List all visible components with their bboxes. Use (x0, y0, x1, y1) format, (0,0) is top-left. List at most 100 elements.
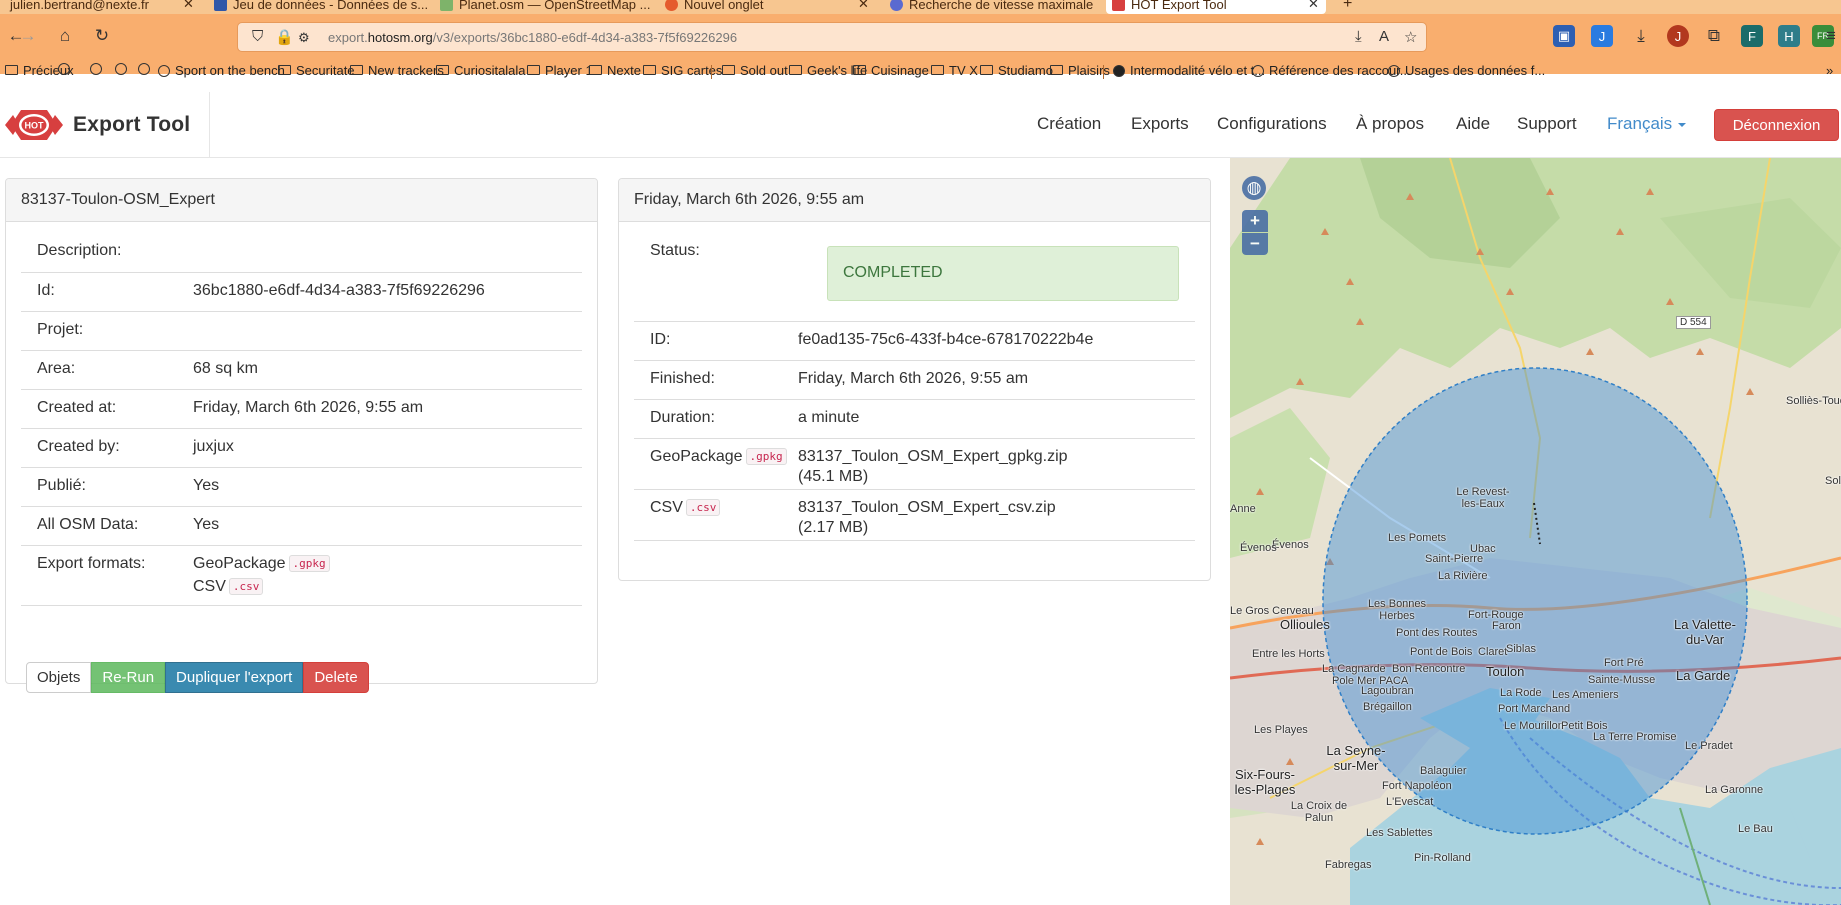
firefox-icon (665, 0, 678, 11)
brand[interactable]: HOT Export Tool (5, 106, 190, 144)
created-by-link[interactable]: juxjux (193, 438, 234, 456)
delete-button[interactable]: Delete (303, 662, 369, 693)
download-link[interactable]: 83137_Toulon_OSM_Expert_csv.zip (798, 499, 1056, 517)
nav-creation[interactable]: Création (1037, 114, 1101, 134)
close-icon[interactable]: ✕ (858, 0, 869, 14)
detail-label: ID: (650, 331, 671, 348)
profile-j-icon[interactable]: J (1667, 25, 1689, 47)
map-place-label: Le Bau (1738, 823, 1773, 835)
bookmark-label: Player 1 (545, 63, 593, 78)
download-link[interactable]: 83137_Toulon_OSM_Expert_gpkg.zip (798, 448, 1068, 466)
browser-tab[interactable]: Planet.osm — OpenStreetMap ... (440, 0, 650, 14)
close-icon[interactable]: ✕ (1308, 0, 1319, 12)
bookmark-item[interactable]: Sold out (722, 63, 788, 78)
new-tab-icon[interactable]: + (1343, 0, 1352, 14)
bookmark-item[interactable]: Player 1 (527, 63, 593, 78)
bookmark-item[interactable]: Nexte (589, 63, 641, 78)
status-badge: COMPLETED (827, 246, 1179, 301)
search-icon (890, 0, 903, 11)
bookmark-separator (711, 65, 712, 79)
map-place-label: Saint-Pierre (1425, 553, 1484, 565)
bookmark-item[interactable]: New trackers (350, 63, 444, 78)
download-page-icon[interactable]: ⤓ (1355, 28, 1362, 45)
browser-tab[interactable]: julien.bertrand@nexte.fr (10, 0, 149, 14)
bookmark-item[interactable]: Référence des raccour... (1252, 63, 1411, 78)
hot-icon (1112, 0, 1125, 11)
nav-support[interactable]: Support (1517, 114, 1577, 134)
translate-icon[interactable]: A (1379, 28, 1389, 45)
bookmark-star-icon[interactable]: ☆ (1404, 28, 1417, 46)
bookmark-item[interactable] (58, 63, 75, 75)
bookmark-item[interactable]: Curiositalala (436, 63, 526, 78)
bookmark-label: Studiamo (998, 63, 1053, 78)
map-place-label: Fabregas (1325, 859, 1372, 871)
map-place-label: Fort Napoléon (1382, 780, 1452, 792)
map-place-label: Six-Fours-les-Plages (1234, 767, 1296, 797)
export-detail-row: Created at: Friday, March 6th 2026, 9:55 … (21, 389, 582, 428)
language-dropdown[interactable]: Français (1607, 114, 1687, 134)
bookmark-item[interactable]: TV X (931, 63, 978, 78)
globe-icon[interactable]: ◍ (1242, 176, 1266, 200)
reload-icon[interactable]: ↻ (88, 22, 116, 50)
nav-configurations[interactable]: Configurations (1217, 114, 1327, 134)
caret-down-icon (1678, 122, 1687, 127)
home-icon[interactable]: ⌂ (51, 22, 79, 50)
tab-title: HOT Export Tool (1131, 0, 1227, 12)
folder-icon (980, 64, 993, 75)
downloads-icon[interactable]: ⤓ (1630, 25, 1652, 47)
chevron-more-icon[interactable]: » (1826, 63, 1833, 78)
bitwarden-icon[interactable]: ▣ (1553, 25, 1575, 47)
browser-tab[interactable]: Recherche de vitesse maximale (890, 0, 1093, 14)
extension-f-icon[interactable]: F (1741, 25, 1763, 47)
browser-tab[interactable]: Jeu de données - Données de s... (214, 0, 428, 14)
permissions-icon[interactable]: ⚙ (298, 30, 310, 46)
url-bar[interactable]: ⛉ 🔒 ⚙ export.hotosm.org/v3/exports/36bc1… (237, 22, 1427, 52)
detail-label: Projet: (37, 321, 84, 338)
tab-title: Recherche de vitesse maximale (909, 0, 1094, 12)
duplicate-button[interactable]: Dupliquer l'export (165, 662, 304, 693)
bookmark-item[interactable]: Cuisinage (853, 63, 929, 78)
folder-icon (931, 64, 944, 75)
forward-icon[interactable]: → (14, 22, 42, 50)
logout-button[interactable]: Déconnexion (1714, 109, 1839, 141)
bookmark-item[interactable]: Securitate (278, 63, 355, 78)
shield-icon[interactable]: ⛉ (252, 28, 263, 45)
browser-tab[interactable]: Nouvel onglet (665, 0, 764, 14)
extension-h-icon[interactable]: H (1778, 25, 1800, 47)
map[interactable]: ◍ + − D 554 Solliès-Toucas Solli Le Revest-… (1230, 158, 1841, 905)
extensions-icon[interactable]: ⧉ (1703, 25, 1725, 47)
zoom-in-button[interactable]: + (1242, 210, 1268, 232)
map-place-label: La Rode (1500, 687, 1542, 699)
bookmark-item[interactable] (115, 63, 132, 75)
nav-about[interactable]: À propos (1356, 114, 1424, 134)
zoom-out-button[interactable]: − (1242, 233, 1268, 255)
map-place-label: Évenos (1240, 542, 1277, 554)
map-place-label: Faron (1492, 620, 1521, 632)
bookmark-label: Sold out (740, 63, 788, 78)
objects-button[interactable]: Objets (26, 662, 92, 693)
detail-label: Description: (37, 242, 122, 259)
export-detail-row: Description: (21, 233, 582, 272)
url-text[interactable]: export.hotosm.org/v3/exports/36bc1880-e6… (328, 30, 737, 45)
browser-tab-active[interactable]: HOT Export Tool ✕ (1106, 0, 1326, 14)
nav-help[interactable]: Aide (1456, 114, 1490, 134)
export-run-panel: Friday, March 6th 2026, 9:55 am Status: I… (618, 178, 1211, 581)
bookmark-item[interactable]: Intermodalité vélo et t... (1113, 63, 1265, 78)
bookmark-label: Sport on the bench (175, 63, 285, 78)
lock-icon[interactable]: 🔒 (275, 28, 294, 46)
extension-j-icon[interactable]: J (1591, 25, 1613, 47)
nav-exports[interactable]: Exports (1131, 114, 1189, 134)
bookmark-item[interactable] (90, 63, 107, 75)
rerun-button[interactable]: Re-Run (91, 662, 166, 693)
bookmark-item[interactable]: Sport on the bench (158, 63, 285, 78)
map-place-label: Pin-Rolland (1414, 852, 1471, 864)
bookmark-item[interactable] (138, 63, 155, 75)
bookmark-item[interactable]: Usages des données f... (1388, 63, 1545, 78)
bookmark-item[interactable]: Plaisirs (1050, 63, 1110, 78)
file-size: (45.1 MB) (798, 468, 869, 485)
map-place-label: La Valette-du-Var (1674, 617, 1736, 647)
close-icon[interactable]: ✕ (183, 0, 194, 14)
bookmark-item[interactable]: Studiamo (980, 63, 1053, 78)
bookmark-label: Curiositalala (454, 63, 526, 78)
menu-icon[interactable]: ≡ (1820, 25, 1841, 47)
